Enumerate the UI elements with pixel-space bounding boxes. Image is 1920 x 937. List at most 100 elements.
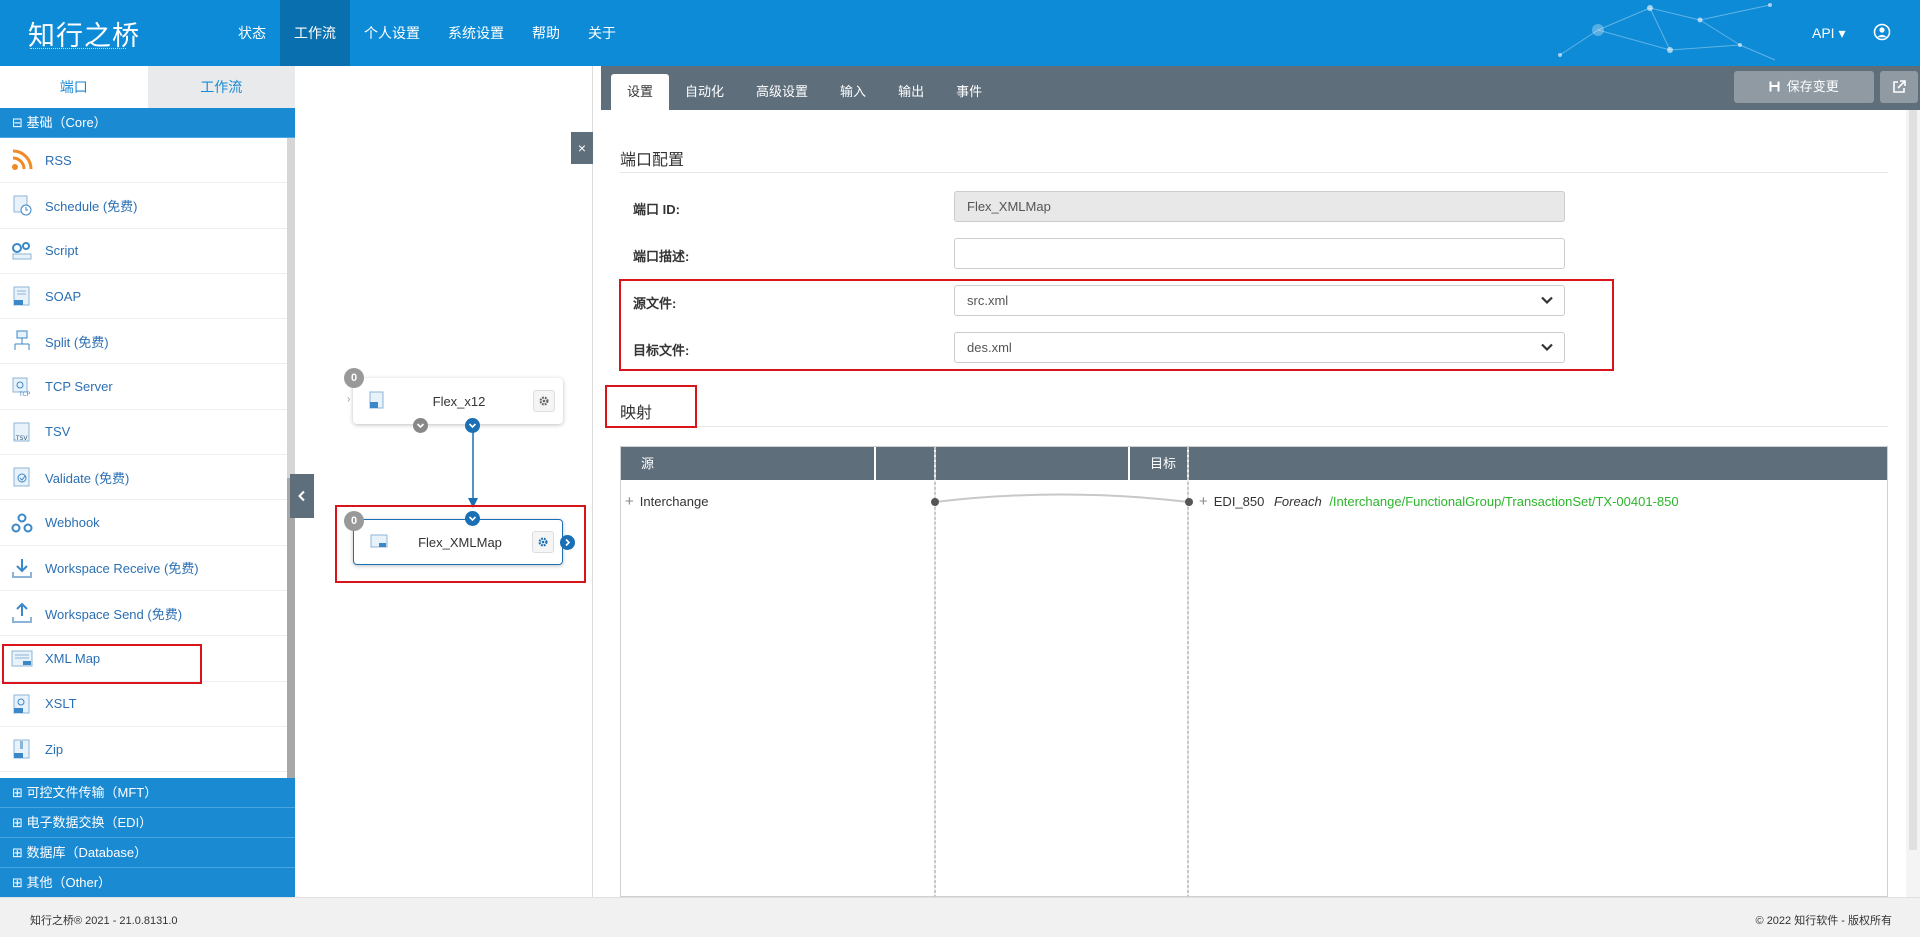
chevron-right-icon[interactable]: › <box>347 394 350 405</box>
connector-label: XSLT <box>45 696 77 712</box>
connector-id-field: Flex_XMLMap <box>954 191 1565 222</box>
chevron-down-icon[interactable] <box>465 418 480 433</box>
node-label: Flex_x12 <box>432 393 486 409</box>
source-node[interactable]: + Interchange <box>625 493 708 510</box>
connector-desc-field[interactable] <box>954 238 1565 269</box>
connector-validate[interactable]: Validate (免费) <box>0 455 287 501</box>
section-divider <box>697 426 1888 427</box>
svg-text:TCP: TCP <box>18 391 31 398</box>
edi-file-icon <box>369 391 385 412</box>
page-scrollbar[interactable] <box>1906 110 1920 897</box>
main-nav: 状态 工作流 个人设置 系统设置 帮助 关于 <box>224 0 630 66</box>
connector-workspace-receive[interactable]: Workspace Receive (免费) <box>0 546 287 591</box>
chevron-down-icon[interactable] <box>465 511 480 526</box>
webhook-icon <box>10 511 34 535</box>
page-scrollbar-thumb[interactable] <box>1909 110 1917 850</box>
group-other[interactable]: ⊞ 其他（Other） <box>0 868 295 898</box>
node-flex-x12[interactable]: Flex_x12 <box>353 378 563 424</box>
connector-label: Workspace Receive (免费) <box>45 561 199 577</box>
sidebar-tabs: 端口 工作流 <box>0 66 295 108</box>
user-icon[interactable] <box>1873 23 1891 41</box>
nav-about[interactable]: 关于 <box>574 0 630 66</box>
tab-advanced[interactable]: 高级设置 <box>740 74 824 110</box>
source-file-value: src.xml <box>967 293 1009 308</box>
connector-soap[interactable]: SOAP <box>0 274 287 320</box>
target-file-value: des.xml <box>967 340 1012 355</box>
target-file-select[interactable]: des.xml <box>954 332 1565 363</box>
tab-connectors[interactable]: 端口 <box>0 66 148 108</box>
external-link-icon <box>1893 80 1906 93</box>
section-divider <box>620 172 1888 173</box>
mapping-table: 源 目标 + Interchange + EDI_850 Foreach /Inte… <box>620 446 1888 898</box>
connector-split[interactable]: Split (免费) <box>0 319 287 365</box>
save-changes-button[interactable]: 保存变更 <box>1734 71 1874 103</box>
gear-icon[interactable] <box>532 531 554 553</box>
connector-label: Script <box>45 243 79 259</box>
close-panel-button[interactable]: × <box>571 132 593 164</box>
section-connector-config: 端口配置 <box>620 152 685 169</box>
connector-label: TSV <box>45 424 71 440</box>
mapping-connection-line <box>931 493 1193 506</box>
group-mft[interactable]: ⊞ 可控文件传输（MFT） <box>0 778 295 808</box>
open-external-button[interactable] <box>1880 71 1918 103</box>
group-database[interactable]: ⊞ 数据库（Database） <box>0 838 295 868</box>
connector-xslt[interactable]: XSLT <box>0 682 287 727</box>
connector-settings-panel: 设置 自动化 高级设置 输入 输出 事件 保存变更 端口配置 端口 ID: Fl… <box>593 66 1920 898</box>
tab-input[interactable]: 输入 <box>824 74 882 110</box>
api-menu[interactable]: API ▾ <box>1812 0 1845 66</box>
nav-settings[interactable]: 系统设置 <box>434 0 518 66</box>
highlight-box <box>2 644 202 684</box>
save-icon <box>1769 72 1780 104</box>
tsv-icon: .TSV <box>10 420 34 444</box>
group-edi[interactable]: ⊞ 电子数据交换（EDI） <box>0 808 295 838</box>
source-file-select[interactable]: src.xml <box>954 285 1565 316</box>
svg-text:.TSV: .TSV <box>14 435 28 442</box>
connector-zip[interactable]: Zip <box>0 727 287 773</box>
connector-schedule[interactable]: Schedule (免费) <box>0 183 287 229</box>
section-mapping: 映射 <box>620 405 653 422</box>
node-flex-xmlmap[interactable]: Flex_XMLMap <box>353 519 563 565</box>
gear-icon[interactable] <box>533 390 555 412</box>
expand-plus-icon[interactable]: + <box>1199 493 1208 510</box>
nav-help[interactable]: 帮助 <box>518 0 574 66</box>
connector-id-label: 端口 ID: <box>633 202 680 217</box>
connector-rss[interactable]: RSS <box>0 138 287 184</box>
connector-tsv[interactable]: .TSV TSV <box>0 410 287 456</box>
tab-workflows[interactable]: 工作流 <box>147 66 295 108</box>
connector-script[interactable]: Script <box>0 229 287 274</box>
column-divider <box>1187 447 1189 898</box>
collapse-sidebar-button[interactable] <box>290 474 314 518</box>
chevron-right-icon[interactable] <box>560 535 575 550</box>
column-divider <box>934 447 936 898</box>
validate-icon <box>10 465 34 489</box>
chevron-left-icon <box>298 490 305 502</box>
connector-label: RSS <box>45 152 72 168</box>
connector-tcp-server[interactable]: TCP TCP Server <box>0 364 287 410</box>
target-node[interactable]: + EDI_850 Foreach /Interchange/Functional… <box>1199 493 1679 510</box>
node-badge: 0 <box>344 511 364 531</box>
nav-status[interactable]: 状态 <box>224 0 280 66</box>
xslt-icon <box>10 692 34 716</box>
connector-workspace-send[interactable]: Workspace Send (免费) <box>0 591 287 637</box>
connector-webhook[interactable]: Webhook <box>0 500 287 546</box>
group-core[interactable]: ⊟ 基础（Core） <box>0 108 295 138</box>
connector-label: TCP Server <box>45 379 113 395</box>
connector-label: Split (免费) <box>45 334 109 350</box>
chevron-down-icon <box>1541 343 1553 352</box>
tab-output[interactable]: 输出 <box>882 74 940 110</box>
copyright-text: © 2022 知行软件 - 版权所有 <box>1755 915 1892 927</box>
nav-workflow[interactable]: 工作流 <box>280 0 350 66</box>
tcp-icon: TCP <box>10 375 34 399</box>
tab-events[interactable]: 事件 <box>940 74 998 110</box>
connector-label: Webhook <box>45 515 100 531</box>
expand-plus-icon[interactable]: + <box>625 493 634 510</box>
chevron-down-icon[interactable] <box>413 418 428 433</box>
settings-tabbar: 设置 自动化 高级设置 输入 输出 事件 保存变更 <box>593 66 1920 110</box>
zip-icon <box>10 737 34 761</box>
flow-canvas[interactable]: Flex_x12 0 › Flex_XMLMap 0 <box>295 66 593 897</box>
footer: 知行之桥® 2021 - 21.0.8131.0 © 2022 知行软件 - 版… <box>0 897 1920 937</box>
tab-automation[interactable]: 自动化 <box>669 74 740 110</box>
sidebar-scrollbar[interactable] <box>287 478 295 778</box>
tab-settings[interactable]: 设置 <box>611 74 670 110</box>
nav-profile[interactable]: 个人设置 <box>350 0 434 66</box>
